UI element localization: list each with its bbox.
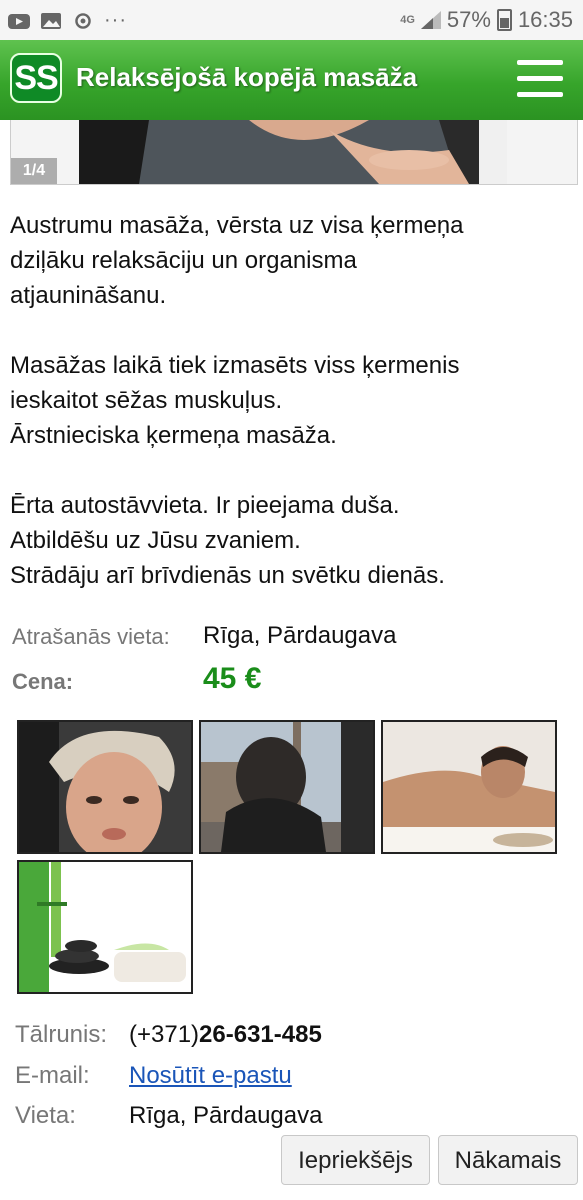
description-line: Ārstnieciska ķermeņa masāža. xyxy=(10,422,337,449)
page-title: Relaksējošā kopējā masāža xyxy=(76,62,418,92)
ss-logo[interactable]: SS xyxy=(10,53,62,103)
phone-prefix: (+371) xyxy=(129,1021,200,1048)
battery-icon xyxy=(496,9,512,31)
status-bar: ··· 4G 57% 16:35 xyxy=(0,0,583,40)
phone-value[interactable]: (+371)26-631-485 xyxy=(129,1021,322,1049)
price-value-wrap: 45 € xyxy=(203,662,261,696)
battery-percent: 57% xyxy=(446,7,491,32)
phone-number[interactable]: 26-631-485 xyxy=(199,1021,322,1048)
send-email-link[interactable]: Nosūtīt e-pastu xyxy=(129,1062,292,1089)
location-row: Atrašanās vieta: xyxy=(12,624,170,650)
description-line: dziļāku relaksāciju un organisma xyxy=(10,247,357,274)
description-line: Masāžas laikā tiek izmasēts viss ķermeni… xyxy=(10,352,460,379)
clock: 16:35 xyxy=(517,7,573,32)
description-line: Austrumu masāža, vērsta uz visa ķermeņa xyxy=(10,212,464,239)
app-header: SS Relaksējošā kopējā masāža xyxy=(0,40,583,120)
signal-icon xyxy=(420,11,441,29)
location-label: Atrašanās vieta: xyxy=(12,624,170,649)
more-icon: ··· xyxy=(104,9,127,31)
place-label: Vieta: xyxy=(15,1102,76,1129)
email-value-wrap: Nosūtīt e-pastu xyxy=(129,1062,292,1090)
photo-gallery[interactable]: 1/4 xyxy=(10,120,578,185)
menu-icon[interactable] xyxy=(517,60,563,98)
next-button[interactable]: Nākamais xyxy=(438,1135,578,1185)
description-line: atjaunināšanu. xyxy=(10,282,167,309)
main-photo[interactable] xyxy=(79,120,507,184)
gallery-icon xyxy=(41,12,61,29)
youtube-icon xyxy=(8,13,30,29)
price-label: Cena: xyxy=(12,669,74,694)
location-value: Rīga, Pārdaugava xyxy=(203,622,397,649)
price-value: 45 € xyxy=(203,662,262,695)
thumbnail-3[interactable] xyxy=(381,720,557,854)
sync-icon xyxy=(75,12,91,29)
thumbnail-2[interactable] xyxy=(199,720,375,854)
photo-counter: 1/4 xyxy=(11,158,57,184)
description-line: Atbildēšu uz Jūsu zvaniem. xyxy=(10,527,301,554)
thumbnail-4[interactable] xyxy=(17,860,193,994)
location-value-wrap: Rīga, Pārdaugava xyxy=(203,622,396,650)
network-indicator: 4G xyxy=(400,14,415,26)
description-line: ieskaitot sēžas muskuļus. xyxy=(10,387,283,414)
thumbnail-1[interactable] xyxy=(17,720,193,854)
previous-button[interactable]: Iepriekšējs xyxy=(281,1135,430,1185)
description-line: Strādāju arī brīvdienās un svētku dienās… xyxy=(10,562,445,589)
place-value: Rīga, Pārdaugava xyxy=(129,1102,323,1129)
description-line: Ērta autostāvvieta. Ir pieejama duša. xyxy=(10,492,400,519)
ad-description: Austrumu masāža, vērsta uz visa ķermeņa … xyxy=(10,208,575,593)
price-row: Cena: xyxy=(12,669,73,695)
email-label: E-mail: xyxy=(15,1062,90,1089)
phone-label: Tālrunis: xyxy=(15,1021,108,1048)
